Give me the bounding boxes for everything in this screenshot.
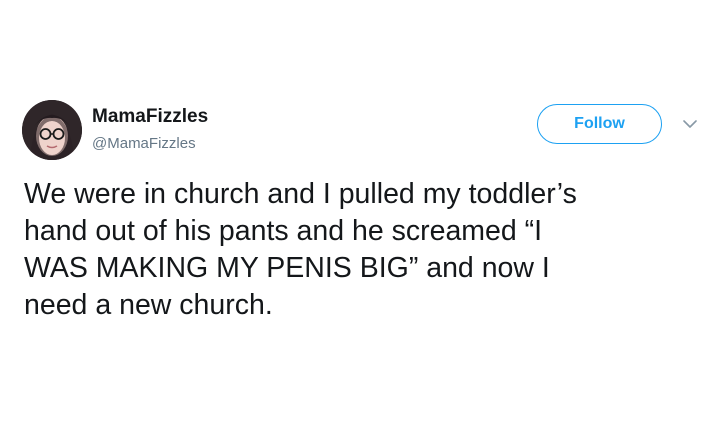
avatar-image <box>22 100 82 160</box>
tweet-card: MamaFizzles @MamaFizzles Follow We were … <box>0 0 720 430</box>
display-name[interactable]: MamaFizzles <box>92 106 208 128</box>
follow-button[interactable]: Follow <box>537 104 662 144</box>
user-handle[interactable]: @MamaFizzles <box>92 135 208 153</box>
tweet-text: We were in church and I pulled my toddle… <box>24 178 577 321</box>
author-names: MamaFizzles @MamaFizzles <box>92 106 208 153</box>
avatar[interactable] <box>22 100 82 160</box>
chevron-down-icon[interactable] <box>682 116 698 132</box>
tweet-header: MamaFizzles @MamaFizzles Follow <box>22 100 712 162</box>
